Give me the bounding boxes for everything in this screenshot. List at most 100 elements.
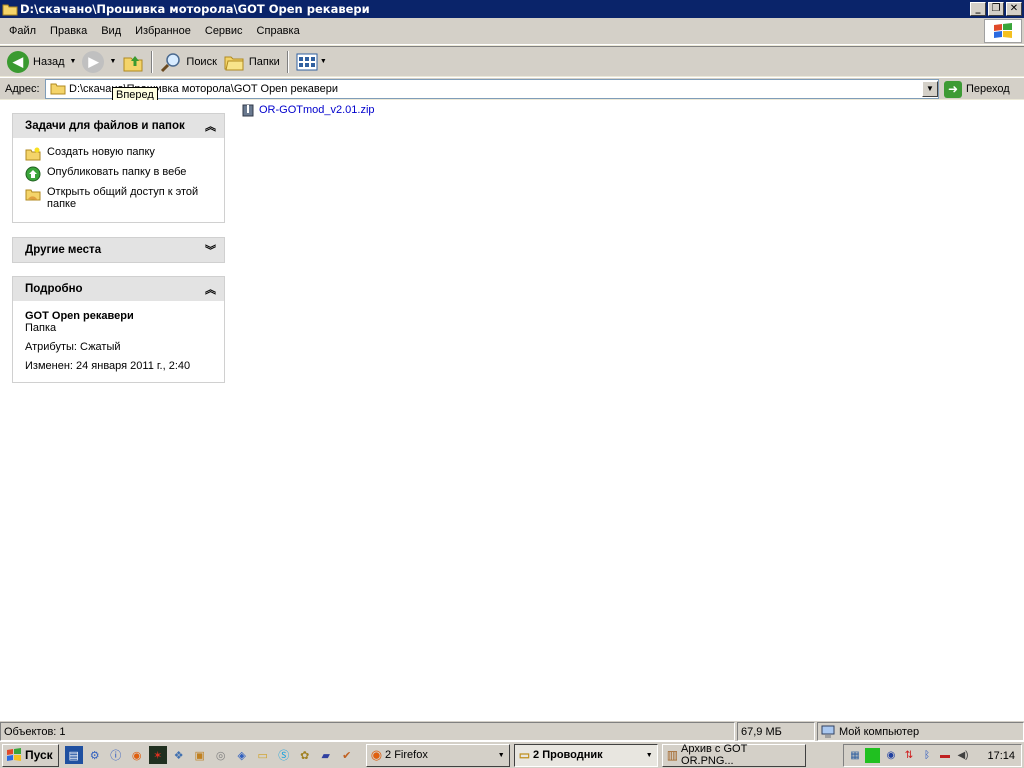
address-dropdown-button[interactable]: ▼ [922, 81, 938, 97]
folder-icon [50, 83, 66, 95]
menu-edit[interactable]: Правка [43, 25, 94, 37]
restore-button[interactable]: ❐ [988, 2, 1004, 16]
close-button[interactable]: ✕ [1006, 2, 1022, 16]
task-share-folder[interactable]: Открыть общий доступ к этой папке [25, 186, 214, 210]
details-panel: Подробно ︽ GOT Open рекавери Папка Атриб… [12, 276, 225, 383]
list-item[interactable]: OR-GOTmod_v2.01.zip [241, 103, 375, 117]
menu-bar: Файл Правка Вид Избранное Сервис Справка [0, 18, 1024, 45]
firefox-icon: ◉ [370, 747, 383, 762]
details-panel-header[interactable]: Подробно ︽ [13, 277, 224, 301]
views-button[interactable]: ▼ [293, 49, 330, 75]
status-bar: Объектов: 1 67,9 МБ Мой компьютер [0, 720, 1024, 741]
bluetooth-icon[interactable]: ᛒ [919, 748, 934, 763]
folders-icon [224, 56, 244, 70]
save-icon[interactable]: ▰ [317, 746, 335, 764]
zip-file-icon [242, 104, 254, 117]
expand-icon[interactable]: ︾ [205, 242, 216, 258]
taskbar: Пуск ▤ ⚙ ⓘ ◉ ✶ ❖ ▣ ◎ ◈ ▭ Ⓢ ✿ ▰ ✔ ◉ 2 Fir… [0, 741, 1024, 768]
firefox-icon[interactable]: ◉ [128, 746, 146, 764]
cd-icon[interactable]: ◎ [212, 746, 230, 764]
chevron-down-icon: ▼ [645, 751, 653, 759]
go-button[interactable]: ➜ Переход [944, 79, 1010, 99]
window-title: D:\скачано\Прошивка моторола\GOT Open ре… [20, 2, 370, 16]
details-attributes: Атрибуты: Сжатый [25, 341, 121, 353]
folder-up-icon [123, 55, 143, 71]
network-icon[interactable]: ❖ [170, 746, 188, 764]
language-icon[interactable]: ▬ [937, 748, 952, 763]
other-places-panel: Другие места ︾ [12, 237, 225, 263]
info-icon[interactable]: ⓘ [107, 746, 125, 764]
details-modified: Изменен: 24 января 2011 г., 2:40 [25, 360, 191, 372]
menu-tools[interactable]: Сервис [198, 25, 250, 37]
details-panel-title: Подробно [25, 283, 83, 295]
skype-icon[interactable]: Ⓢ [275, 746, 293, 764]
folder-icon [2, 4, 18, 16]
toolbar: ◀ Назад ▼ ▶ ▼ Поиск Папки ▼ [0, 46, 1024, 76]
address-label: Адрес: [5, 82, 40, 95]
clock[interactable]: 17:14 [987, 750, 1015, 762]
app-icon[interactable]: ▣ [191, 746, 209, 764]
update-icon[interactable]: ⇅ [901, 748, 916, 763]
network-icon[interactable]: ▦ [847, 748, 862, 763]
main-content: Задачи для файлов и папок ︽ Создать нову… [0, 100, 1024, 720]
chevron-down-icon[interactable]: ▼ [320, 58, 327, 65]
details-name: GOT Open рекавери [25, 310, 134, 322]
web-publish-icon [25, 166, 41, 182]
tasks-panel-header[interactable]: Задачи для файлов и папок ︽ [13, 114, 224, 138]
task-publish-web[interactable]: Опубликовать папку в вебе [25, 166, 214, 182]
menu-favorites[interactable]: Избранное [128, 25, 198, 37]
up-button[interactable] [119, 49, 147, 75]
chevron-down-icon: ▼ [497, 751, 505, 759]
back-button[interactable]: ◀ Назад ▼ [4, 49, 79, 75]
folder-icon: ▭ [518, 748, 531, 762]
collapse-icon[interactable]: ︽ [205, 118, 216, 134]
tasks-panel: Задачи для файлов и папок ︽ Создать нову… [12, 113, 225, 223]
other-places-title: Другие места [25, 244, 102, 256]
show-desktop-icon[interactable]: ▤ [64, 746, 83, 764]
windows-logo-icon [984, 19, 1022, 43]
taskbar-explorer[interactable]: ▭ 2 Проводник ▼ [513, 743, 658, 767]
search-button[interactable]: Поиск [157, 49, 219, 75]
app-icon[interactable]: ✔ [338, 746, 356, 764]
toolbar-separator [286, 50, 289, 73]
minimize-button[interactable]: _ [970, 2, 986, 16]
system-tray: ▦ ◉ ⇅ ᛒ ▬ ◀) 17:14 [843, 744, 1022, 767]
details-type: Папка [25, 322, 57, 334]
folders-button[interactable]: Папки [220, 49, 283, 75]
app-icon[interactable]: ✶ [148, 746, 167, 764]
views-icon [296, 53, 318, 70]
menu-view[interactable]: Вид [94, 25, 128, 37]
app-icon[interactable]: ✿ [296, 746, 314, 764]
address-input[interactable]: D:\скачано\Прошивка моторола\GOT Open ре… [45, 79, 939, 99]
volume-icon[interactable]: ◀) [955, 748, 970, 763]
menu-file[interactable]: Файл [2, 25, 43, 37]
status-size: 67,9 МБ [737, 722, 815, 741]
task-new-folder[interactable]: Создать новую папку [25, 146, 214, 162]
app-icon[interactable]: ⚙ [86, 746, 104, 764]
collapse-icon[interactable]: ︽ [205, 281, 216, 297]
other-places-header[interactable]: Другие места ︾ [13, 238, 224, 262]
go-arrow-icon: ➜ [944, 80, 962, 98]
forward-arrow-icon: ▶ [82, 50, 105, 73]
file-name: OR-GOTmod_v2.01.zip [259, 104, 375, 116]
start-button[interactable]: Пуск [2, 743, 59, 767]
forward-button[interactable]: ▶ ▼ [79, 49, 119, 75]
folder-icon[interactable]: ▭ [254, 746, 272, 764]
archive-icon: ▥ [666, 748, 679, 762]
taskbar-archive[interactable]: ▥ Архив с GOT OR.PNG... [661, 743, 806, 767]
app-icon[interactable]: ◉ [883, 748, 898, 763]
go-label: Переход [966, 83, 1010, 95]
app-icon[interactable] [865, 748, 881, 763]
tasks-panel-title: Задачи для файлов и папок [25, 120, 185, 132]
search-icon [161, 52, 181, 72]
title-bar[interactable]: D:\скачано\Прошивка моторола\GOT Open ре… [0, 0, 1024, 18]
quick-launch: ▤ ⚙ ⓘ ◉ ✶ ❖ ▣ ◎ ◈ ▭ Ⓢ ✿ ▰ ✔ [64, 746, 356, 764]
app-icon[interactable]: ◈ [233, 746, 251, 764]
toolbar-separator [151, 50, 154, 73]
back-arrow-icon: ◀ [7, 50, 29, 73]
chevron-down-icon[interactable]: ▼ [70, 58, 77, 65]
computer-icon [821, 725, 835, 738]
taskbar-firefox[interactable]: ◉ 2 Firefox ▼ [365, 743, 510, 767]
menu-help[interactable]: Справка [250, 25, 307, 37]
chevron-down-icon[interactable]: ▼ [109, 58, 116, 65]
